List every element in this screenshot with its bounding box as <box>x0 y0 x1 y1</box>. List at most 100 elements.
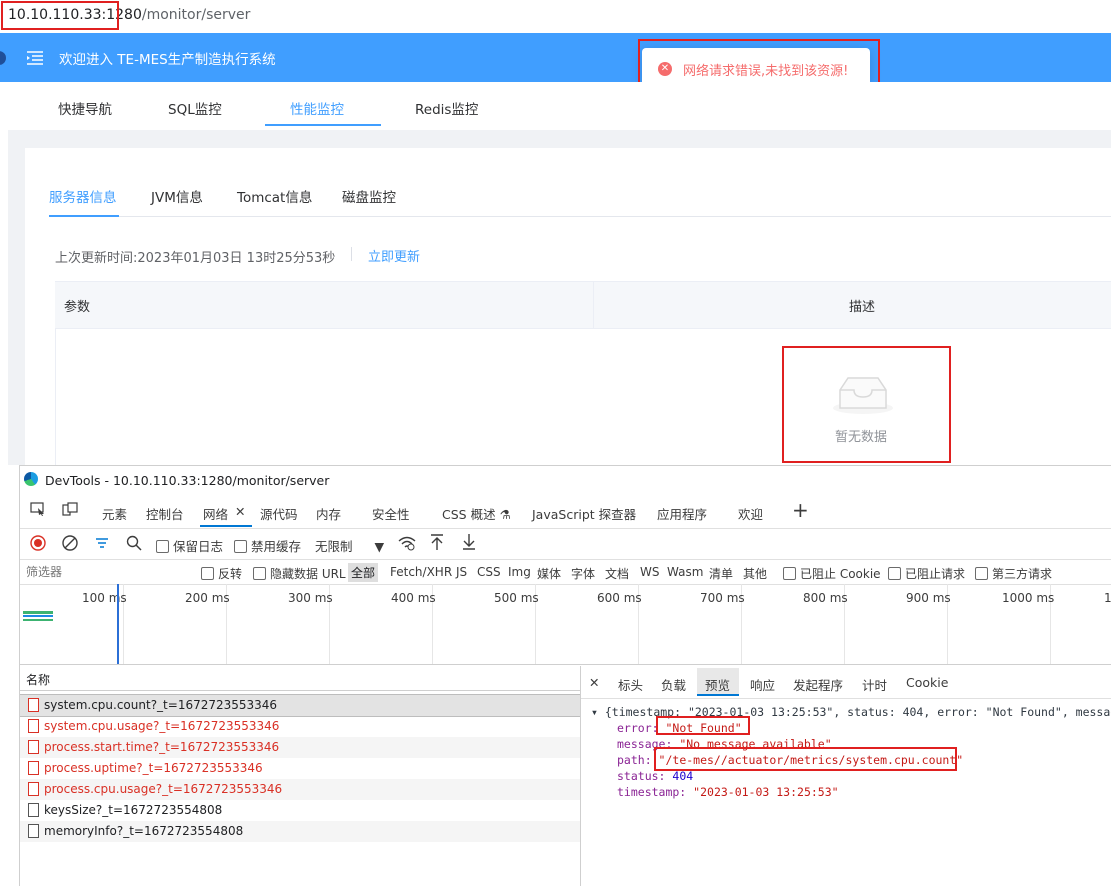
tab-sql-monitor[interactable]: SQL监控 <box>168 98 222 118</box>
subtab-active-indicator <box>49 215 119 217</box>
filter-type-css[interactable]: CSS <box>477 565 501 579</box>
json-summary[interactable]: ▾ {timestamp: "2023-01-03 13:25:53", sta… <box>591 705 1111 719</box>
request-row[interactable]: memoryInfo?_t=1672723554808 <box>20 821 580 842</box>
network-timeline[interactable]: 100 ms 200 ms 300 ms 400 ms 500 ms 600 m… <box>20 584 1111 665</box>
detail-tab-cookies[interactable]: Cookie <box>906 675 948 690</box>
filter-type-fetch-xhr[interactable]: Fetch/XHR <box>390 565 452 579</box>
url-host: 10.10.110.33 <box>8 7 102 23</box>
request-row[interactable]: keysSize?_t=1672723554808 <box>20 800 580 821</box>
json-value-message: "No message available" <box>679 737 832 751</box>
filter-type-manifest[interactable]: 清单 <box>709 565 733 582</box>
tab-network-indicator <box>200 525 252 527</box>
detail-tab-preview[interactable]: 预览 <box>705 675 730 694</box>
filter-icon[interactable] <box>94 535 110 554</box>
timeline-request-bar <box>23 615 53 617</box>
file-icon <box>28 761 39 775</box>
import-har-icon[interactable] <box>429 533 445 554</box>
filter-type-media[interactable]: 媒体 <box>537 565 561 582</box>
address-bar[interactable]: 10.10.110.33:1280/monitor/server <box>0 0 1111 32</box>
request-row[interactable]: process.cpu.usage?_t=1672723553346 <box>20 779 580 800</box>
network-conditions-icon[interactable] <box>398 535 416 554</box>
request-row[interactable]: process.start.time?_t=1672723553346 <box>20 737 580 758</box>
tab-console[interactable]: 控制台 <box>146 504 184 523</box>
tab-welcome[interactable]: 欢迎 <box>738 504 763 523</box>
empty-text: 暂无数据 <box>835 430 888 445</box>
subtab-server-info[interactable]: 服务器信息 <box>49 186 117 206</box>
request-row[interactable]: system.cpu.usage?_t=1672723553346 <box>20 716 580 737</box>
subtab-disk-monitor[interactable]: 磁盘监控 <box>342 186 396 206</box>
third-party-checkbox[interactable]: 第三方请求 <box>975 565 1052 582</box>
blocked-requests-checkbox[interactable]: 已阻止请求 <box>888 565 965 582</box>
inspect-element-icon[interactable] <box>30 502 46 519</box>
request-row[interactable]: process.uptime?_t=1672723553346 <box>20 758 580 779</box>
checkbox-icon <box>253 567 266 580</box>
request-name: process.start.time?_t=1672723553346 <box>44 740 280 754</box>
tab-application[interactable]: 应用程序 <box>657 504 707 523</box>
tab-css-overview[interactable]: CSS 概述 ⚗ <box>442 504 511 523</box>
column-param: 参数 <box>64 300 91 315</box>
expand-arrow-icon: ▾ <box>591 705 605 719</box>
menu-fold-icon[interactable] <box>27 51 43 69</box>
record-icon[interactable] <box>30 535 46 554</box>
tab-security[interactable]: 安全性 <box>372 504 410 523</box>
devtools-window: DevTools - 10.10.110.33:1280/monitor/ser… <box>19 465 1111 886</box>
detail-tab-payload[interactable]: 负载 <box>661 675 686 694</box>
filter-type-font[interactable]: 字体 <box>571 565 595 582</box>
tab-css-overview-label: CSS 概述 <box>442 507 496 522</box>
refresh-now-link[interactable]: 立即更新 <box>368 246 420 265</box>
filter-type-wasm[interactable]: Wasm <box>667 565 703 579</box>
device-emulation-icon[interactable] <box>62 502 78 519</box>
filter-type-doc[interactable]: 文档 <box>605 565 629 582</box>
request-name: process.uptime?_t=1672723553346 <box>44 761 263 775</box>
toast-message: 网络请求错误,未找到该资源! <box>683 64 849 79</box>
close-detail-icon[interactable]: ✕ <box>589 675 599 690</box>
filter-type-other[interactable]: 其他 <box>743 565 767 582</box>
tab-memory[interactable]: 内存 <box>316 504 341 523</box>
filter-type-ws[interactable]: WS <box>640 565 659 579</box>
detail-tab-timing[interactable]: 计时 <box>862 675 887 694</box>
column-description: 描述 <box>849 300 876 315</box>
request-name: process.cpu.usage?_t=1672723553346 <box>44 782 283 796</box>
error-circle-icon: ✕ <box>658 62 672 76</box>
timeline-label: 900 ms <box>906 591 951 605</box>
throttle-select[interactable]: 无限制 ▼ <box>315 536 384 555</box>
filter-type-img[interactable]: Img <box>508 565 531 579</box>
tab-quick-nav[interactable]: 快捷导航 <box>58 98 112 118</box>
subtab-tomcat-info[interactable]: Tomcat信息 <box>237 186 312 206</box>
add-tab-icon[interactable]: + <box>792 498 809 522</box>
filter-type-all[interactable]: 全部 <box>348 563 379 582</box>
json-prop-path: path: "/te-mes//actuator/metrics/system.… <box>617 753 964 767</box>
clear-icon[interactable] <box>62 535 78 554</box>
export-har-icon[interactable] <box>461 533 477 554</box>
disable-cache-checkbox[interactable]: 禁用缓存 <box>234 536 301 555</box>
tab-js-profiler[interactable]: JavaScript 探查器 <box>532 504 636 523</box>
tab-sources[interactable]: 源代码 <box>260 504 298 523</box>
blocked-cookies-checkbox[interactable]: 已阻止 Cookie <box>783 565 881 582</box>
tab-network[interactable]: 网络 <box>203 504 228 523</box>
search-icon[interactable] <box>126 535 142 554</box>
detail-tab-initiator[interactable]: 发起程序 <box>793 675 843 694</box>
timeline-label: 400 ms <box>391 591 436 605</box>
invert-checkbox[interactable]: 反转 <box>201 565 242 582</box>
table-header: 参数 描述 <box>55 281 1111 329</box>
preview-pane: ▾ {timestamp: "2023-01-03 13:25:53", sta… <box>581 699 1111 886</box>
column-divider <box>593 282 594 328</box>
tab-redis-monitor[interactable]: Redis监控 <box>415 98 478 118</box>
filter-input[interactable] <box>22 563 194 580</box>
tab-performance-monitor[interactable]: 性能监控 <box>290 98 344 118</box>
hide-data-urls-checkbox[interactable]: 隐藏数据 URL <box>253 565 346 582</box>
close-tab-icon[interactable]: ✕ <box>235 504 245 519</box>
address-url[interactable]: 10.10.110.33:1280/monitor/server <box>8 7 250 23</box>
column-name[interactable]: 名称 <box>26 671 50 688</box>
tab-elements[interactable]: 元素 <box>102 504 127 523</box>
request-name: system.cpu.usage?_t=1672723553346 <box>44 719 280 733</box>
subtab-jvm-info[interactable]: JVM信息 <box>151 186 203 206</box>
preserve-log-checkbox[interactable]: 保留日志 <box>156 536 223 555</box>
file-icon <box>28 698 39 712</box>
detail-tab-headers[interactable]: 标头 <box>618 675 643 694</box>
timeline-label: 1 <box>1104 591 1111 605</box>
filter-type-js[interactable]: JS <box>456 565 467 579</box>
detail-tabs: ✕ 标头 负载 预览 响应 发起程序 计时 Cookie <box>581 666 1111 699</box>
detail-tab-response[interactable]: 响应 <box>750 675 775 694</box>
request-row[interactable]: system.cpu.count?_t=1672723553346 <box>20 694 580 717</box>
